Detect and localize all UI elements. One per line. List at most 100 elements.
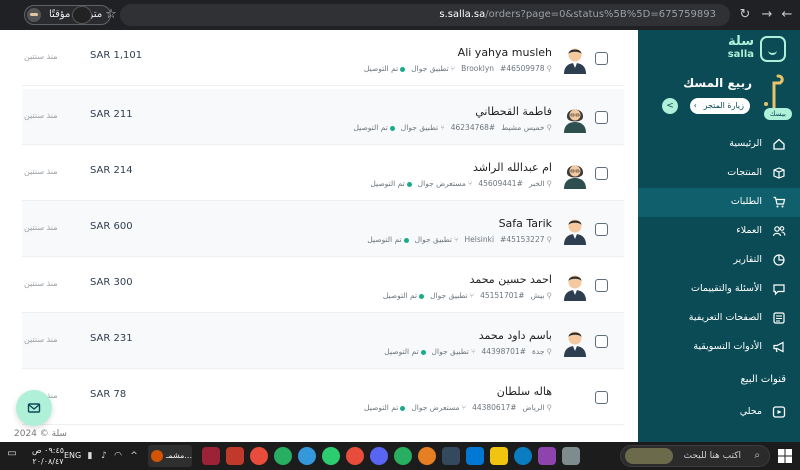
taskbar-app-icon[interactable]	[226, 447, 244, 465]
browser-toolbar: متوقف مؤقتًا ☆ s.salla.sa/orders?page=0&…	[0, 0, 800, 30]
table-row[interactable]: Ali yahya musleh ⚲ Brooklyn #46509978 ⑂تطبيق…	[22, 30, 624, 86]
taskbar-app-icon[interactable]	[346, 447, 364, 465]
windows-start-icon[interactable]	[778, 449, 792, 463]
row-checkbox[interactable]	[595, 391, 608, 404]
order-source: تطبيق جوال	[400, 123, 439, 132]
volume-icon[interactable]: ♪	[98, 450, 110, 462]
row-checkbox[interactable]	[595, 223, 608, 236]
order-number: #44380617	[472, 403, 517, 412]
network-icon[interactable]: ◠	[112, 450, 124, 462]
order-meta: ⚲الخبر #45609441 ⑂مستعرض جوال تم التوصيل	[364, 179, 552, 188]
outlook-icon[interactable]	[466, 447, 484, 465]
taskbar-clock[interactable]: ٠٩:٤٥ ص ٢٠/٠٨/٤٧	[30, 445, 66, 467]
customer-name[interactable]: Ali yahya musleh	[458, 46, 552, 59]
customer-name[interactable]: فاطمة القحطاني	[475, 105, 552, 118]
order-city: جدة	[531, 347, 545, 356]
row-checkbox[interactable]	[595, 167, 608, 180]
language-indicator[interactable]: ENG	[64, 451, 81, 460]
row-checkbox[interactable]	[595, 279, 608, 292]
share-icon[interactable]: <	[662, 98, 678, 114]
brand-en: salla	[727, 49, 754, 60]
profile-icon[interactable]	[72, 6, 92, 24]
notification-icon[interactable]: ▭	[4, 448, 20, 464]
customer-avatar-icon	[564, 165, 586, 189]
order-city: Brooklyn	[461, 64, 495, 73]
customer-name[interactable]: احمد حسين محمد	[470, 273, 552, 286]
sidebar-item-chat[interactable]: الأسئلة والتقييمات	[638, 275, 800, 304]
table-row[interactable]: ام عبدالله الراشد ⚲الخبر #45609441 ⑂مستعرض …	[22, 145, 624, 201]
users-icon	[772, 226, 786, 237]
table-row[interactable]: احمد حسين محمد ⚲بيش #45151701 ⑂تطبيق جوال تم…	[22, 257, 624, 313]
chrome-icon[interactable]	[394, 447, 412, 465]
taskbar-app-icon[interactable]	[298, 447, 316, 465]
status-dot-icon	[406, 181, 412, 187]
order-date: منذ سنتين	[24, 279, 58, 288]
battery-icon[interactable]: ▮	[84, 450, 96, 462]
taskbar-active-app[interactable]: مشمـ...	[148, 445, 192, 467]
table-row[interactable]: فاطمة القحطاني ⚲خميس مشيط #46234768 ⑂تطبيق …	[22, 89, 624, 145]
row-checkbox[interactable]	[595, 52, 608, 65]
customer-avatar-icon	[564, 48, 586, 74]
customer-name[interactable]: هاله سلطان	[497, 385, 552, 398]
order-number: #46509978	[500, 64, 545, 73]
table-row[interactable]: هاله سلطان ⚲الرياض #44380617 ⑂مستعرض جوال تم…	[22, 369, 624, 425]
row-checkbox[interactable]	[595, 111, 608, 124]
url-host: s.salla.sa	[439, 9, 486, 20]
taskbar-app-icon[interactable]	[250, 447, 268, 465]
edge-icon[interactable]	[514, 447, 532, 465]
visit-store-button[interactable]: ‹ زيارة المتجر	[689, 98, 750, 114]
order-city: الخبر	[528, 179, 545, 188]
status-dot-icon	[400, 405, 406, 411]
sidebar-item-page[interactable]: الصفحات التعريفية	[638, 304, 800, 333]
order-number: #46234768	[450, 123, 496, 132]
sidebar-item-box[interactable]: المنتجات	[638, 159, 800, 188]
order-meta: ⚲ Helsinki #45153227 ⑂تطبيق جوال تم التوصيل	[361, 235, 552, 244]
profile-avatar-icon	[27, 8, 41, 22]
table-row[interactable]: Safa Tarik ⚲ Helsinki #45153227 ⑂تطبيق جوال ت…	[22, 201, 624, 257]
salla-logo-icon	[760, 36, 786, 62]
address-bar[interactable]: s.salla.sa/orders?page=0&status%5B%5D=67…	[120, 4, 730, 26]
customer-avatar-icon	[564, 331, 586, 357]
order-meta: ⚲ Brooklyn #46509978 ⑂تطبيق جوال تم التوصيل	[358, 64, 552, 73]
sidebar-item-label: الطلبات	[730, 196, 762, 207]
status-dot-icon	[389, 125, 395, 131]
sidebar-item-local[interactable]: محلي	[638, 398, 800, 427]
bookmark-icon[interactable]: ☆	[102, 6, 120, 24]
contact-fab-button[interactable]	[16, 390, 52, 426]
taskbar-app-icon[interactable]	[442, 447, 460, 465]
active-app-label: مشمـ...	[166, 451, 193, 460]
firefox-icon[interactable]	[418, 447, 436, 465]
forward-icon[interactable]: →	[758, 6, 776, 24]
discord-icon[interactable]	[370, 447, 388, 465]
clock-time: ٠٩:٤٥ ص	[31, 446, 65, 455]
salla-logo[interactable]: سلة salla	[646, 34, 786, 64]
copilot-icon[interactable]	[538, 447, 556, 465]
tray-overflow-icon[interactable]: ^	[128, 450, 140, 462]
customer-name[interactable]: باسم داود محمد	[479, 329, 552, 342]
order-number: #45609441	[478, 179, 523, 188]
sidebar-item-cart[interactable]: الطلبات	[638, 188, 800, 217]
sidebar-item-users[interactable]: العملاء	[638, 217, 800, 246]
sidebar-item-pie-chart[interactable]: التقارير	[638, 246, 800, 275]
whatsapp-icon[interactable]	[322, 447, 340, 465]
taskbar-search[interactable]: اكتب هنا للبحث ⌕	[620, 445, 770, 467]
reload-icon[interactable]: ↻	[736, 6, 754, 24]
sidebar-item-megaphone[interactable]: الأدوات التسويقية	[638, 333, 800, 362]
task-view-icon[interactable]	[562, 447, 580, 465]
sidebar-item-home[interactable]: الرئيسية	[638, 130, 800, 159]
profile-paused-button[interactable]: متوقف مؤقتًا	[24, 5, 112, 25]
order-city: بيش	[530, 291, 545, 300]
pin-icon: ⚲	[546, 291, 553, 300]
source-icon: ⑂	[471, 347, 476, 356]
row-checkbox[interactable]	[595, 335, 608, 348]
chrome-icon[interactable]	[274, 447, 292, 465]
order-city: الرياض	[522, 403, 545, 412]
customer-name[interactable]: ام عبدالله الراشد	[473, 161, 552, 174]
file-explorer-icon[interactable]	[490, 447, 508, 465]
order-number: #45153227	[500, 235, 545, 244]
customer-name[interactable]: Safa Tarik	[499, 217, 552, 230]
back-icon[interactable]: ←	[778, 6, 796, 24]
table-row[interactable]: باسم داود محمد ⚲جدة #44398701 ⑂تطبيق جوال تم…	[22, 313, 624, 369]
sidebar-item-label: المنتجات	[727, 167, 762, 178]
taskbar-app-icon[interactable]	[202, 447, 220, 465]
